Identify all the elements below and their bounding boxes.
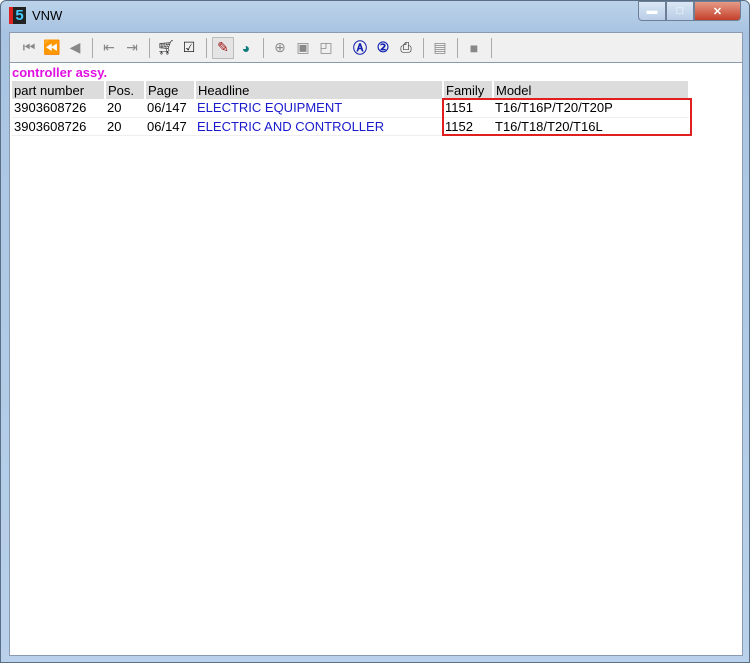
window-title: VNW	[32, 8, 63, 23]
search-caption: controller assy.	[12, 65, 108, 80]
zoom-in-icon[interactable]: ⊕	[269, 37, 291, 59]
search-2-icon[interactable]: ②	[372, 37, 394, 59]
stop-icon[interactable]: ■	[463, 37, 485, 59]
separator	[206, 37, 207, 58]
separator	[92, 37, 93, 58]
first-icon[interactable]: ⏮	[18, 37, 40, 59]
close-button[interactable]: ✕	[694, 1, 741, 21]
part-number: 3903608726	[12, 117, 105, 136]
notes-icon[interactable]: ▤	[429, 37, 451, 59]
pos: 20	[105, 99, 145, 118]
maximize-button[interactable]: □	[666, 1, 694, 21]
export-right-icon[interactable]: ⇥	[121, 37, 143, 59]
app-logo-icon: 5	[9, 7, 26, 24]
page: 06/147	[145, 117, 195, 136]
column-model[interactable]: Model	[493, 81, 690, 99]
separator	[491, 37, 492, 58]
previous-icon[interactable]: ◀	[64, 37, 86, 59]
separator	[343, 37, 344, 58]
rewind-icon[interactable]: ⏪	[41, 37, 63, 59]
app-window: 5 VNW ▬ □ ✕ ⏮ ⏪ ◀ ⇤ ⇥ 🛒︎ ☑ ✎ ◕ ⊕ ▣ ◰ Ⓐ ②…	[0, 0, 750, 663]
page-icon[interactable]: ▣	[292, 37, 314, 59]
search-a-icon[interactable]: Ⓐ	[349, 37, 371, 59]
toolbar: ⏮ ⏪ ◀ ⇤ ⇥ 🛒︎ ☑ ✎ ◕ ⊕ ▣ ◰ Ⓐ ② ⎙ ▤ ■	[9, 32, 743, 62]
page-corner-icon[interactable]: ◰	[315, 37, 337, 59]
column-headline[interactable]: Headline	[195, 81, 444, 99]
table-header: part number Pos. Page Headline Family Mo…	[12, 81, 690, 99]
clock-icon[interactable]: ◕	[235, 37, 257, 59]
separator	[149, 37, 150, 58]
export-left-icon[interactable]: ⇤	[98, 37, 120, 59]
results-pane: controller assy. part number Pos. Page H…	[9, 62, 743, 656]
column-pos[interactable]: Pos.	[105, 81, 146, 99]
separator	[263, 37, 264, 58]
highlight-box	[442, 98, 692, 136]
print-icon[interactable]: ⎙	[395, 37, 417, 59]
separator	[457, 37, 458, 58]
column-family[interactable]: Family	[443, 81, 494, 99]
tag-icon[interactable]: ✎	[212, 36, 234, 59]
headline-link[interactable]: ELECTRIC EQUIPMENT	[195, 99, 443, 118]
separator	[423, 37, 424, 58]
headline-link[interactable]: ELECTRIC AND CONTROLLER	[195, 117, 443, 136]
pos: 20	[105, 117, 145, 136]
part-number: 3903608726	[12, 99, 105, 118]
title-bar: 5 VNW	[9, 7, 62, 24]
checklist-icon[interactable]: ☑	[178, 37, 200, 59]
minimize-button[interactable]: ▬	[638, 1, 666, 21]
cart-icon[interactable]: 🛒︎	[155, 37, 177, 59]
column-page[interactable]: Page	[145, 81, 196, 99]
page: 06/147	[145, 99, 195, 118]
column-part-number[interactable]: part number	[12, 81, 106, 99]
